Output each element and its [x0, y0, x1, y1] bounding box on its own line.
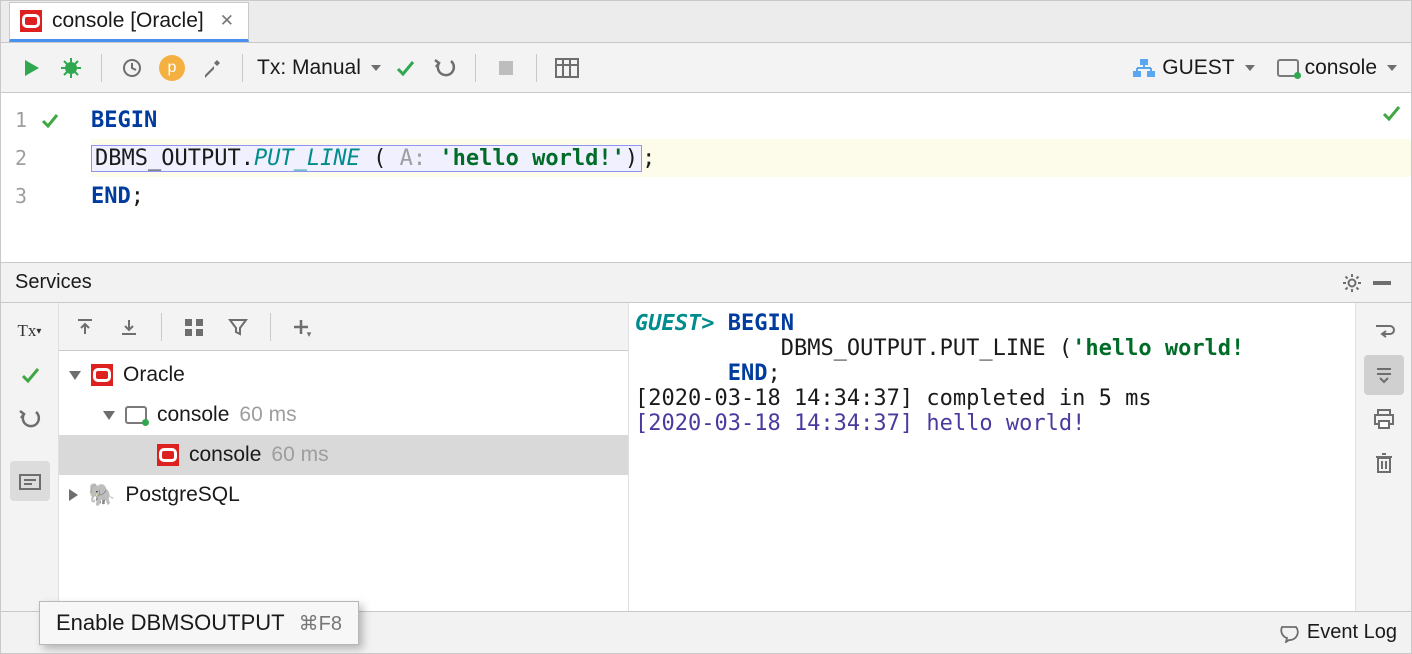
console-icon — [1277, 59, 1299, 77]
toolbar: p Tx: Manual GUEST — [1, 43, 1411, 93]
line-number: 3 — [15, 184, 27, 208]
hide-panel-button[interactable] — [1367, 268, 1397, 298]
schema-dropdown[interactable]: GUEST — [1128, 56, 1258, 80]
tree-node-oracle[interactable]: Oracle — [59, 355, 628, 395]
layout-button[interactable] — [174, 307, 214, 347]
soft-wrap-button[interactable] — [1364, 311, 1404, 351]
tooltip-shortcut: ⌘F8 — [299, 611, 342, 636]
tooltip-label: Enable DBMSOUTPUT — [56, 610, 285, 636]
oracle-icon — [20, 10, 42, 32]
tx-mode-dropdown[interactable]: Tx: Manual — [253, 56, 385, 80]
separator — [242, 54, 243, 82]
tree-node-console-session[interactable]: console 60 ms — [59, 395, 628, 435]
tx-button[interactable]: Tx▾ — [10, 311, 50, 351]
separator — [101, 54, 102, 82]
expand-icon[interactable] — [69, 371, 81, 380]
output-right-toolbar — [1355, 303, 1411, 611]
tab-console-oracle[interactable]: console [Oracle] ✕ — [9, 2, 249, 42]
node-duration: 60 ms — [239, 403, 296, 427]
code-string: 'hello world!' — [439, 146, 624, 171]
settings-button[interactable] — [192, 48, 232, 88]
keyword: BEGIN — [91, 108, 157, 133]
gutter: 1 2 3 — [1, 93, 91, 262]
output-text: completed in 5 ms — [926, 386, 1151, 411]
chevron-down-icon — [1245, 65, 1255, 71]
services-tree-toolbar: ▾ — [59, 303, 628, 351]
session-dropdown[interactable]: console — [1273, 56, 1401, 80]
stop-button[interactable] — [486, 48, 526, 88]
history-button[interactable] — [112, 48, 152, 88]
tooltip: Enable DBMSOUTPUT ⌘F8 — [39, 601, 359, 645]
editor-tabs: console [Oracle] ✕ — [1, 1, 1411, 43]
chevron-down-icon — [1387, 65, 1397, 71]
keyword: END — [91, 184, 131, 209]
close-icon[interactable]: ✕ — [220, 11, 234, 31]
collapse-all-button[interactable] — [109, 307, 149, 347]
output-prompt: GUEST> — [635, 311, 714, 336]
scroll-to-end-button[interactable] — [1364, 355, 1404, 395]
output-message: hello world! — [926, 411, 1085, 436]
output-timestamp: [2020-03-18 14:34:37] — [635, 386, 913, 411]
param-hint: A: — [400, 146, 427, 171]
node-label: console — [157, 403, 229, 427]
schema-icon — [1132, 58, 1156, 78]
postgresql-icon: 🐘 — [88, 482, 115, 508]
services-left-toolbar: Tx▾ — [1, 303, 59, 611]
node-label: console — [189, 443, 261, 467]
session-name: console — [1305, 56, 1377, 80]
expand-all-button[interactable] — [65, 307, 105, 347]
code-function: PUT_LINE — [254, 146, 360, 171]
code-area[interactable]: BEGIN DBMS_OUTPUT.PUT_LINE ( A: 'hello w… — [91, 93, 1411, 262]
filter-button[interactable] — [218, 307, 258, 347]
line-number: 1 — [15, 108, 27, 132]
services-panel-header: Services — [1, 263, 1411, 303]
code-editor[interactable]: 1 2 3 BEGIN DBMS_OUTPUT.PUT_LINE ( A: 'h… — [1, 93, 1411, 263]
pin-button[interactable]: p — [152, 48, 192, 88]
commit-button[interactable] — [385, 48, 425, 88]
explain-plan-button[interactable] — [547, 48, 587, 88]
code-text: DBMS_OUTPUT — [95, 146, 241, 171]
tree-node-postgres[interactable]: 🐘 PostgreSQL — [59, 475, 628, 515]
console-icon — [125, 406, 147, 424]
event-log-button[interactable]: Event Log — [1279, 621, 1397, 644]
separator — [536, 54, 537, 82]
services-tree[interactable]: Oracle console 60 ms console 60 ms 🐘 Pos… — [59, 351, 628, 611]
node-label: PostgreSQL — [125, 483, 239, 507]
node-duration: 60 ms — [271, 443, 328, 467]
oracle-icon — [91, 364, 113, 386]
node-label: Oracle — [123, 363, 185, 387]
oracle-icon — [157, 444, 179, 466]
output-string: 'hello world! — [1072, 336, 1244, 361]
run-button[interactable] — [11, 48, 51, 88]
revert-button[interactable] — [10, 399, 50, 439]
output-timestamp: [2020-03-18 14:34:37] — [635, 411, 913, 436]
services-title: Services — [15, 271, 92, 294]
debug-button[interactable] — [51, 48, 91, 88]
output-keyword: BEGIN — [728, 311, 794, 336]
output-console[interactable]: GUEST> BEGIN DBMS_OUTPUT.PUT_LINE ('hell… — [629, 303, 1355, 611]
gutter-ok-icon — [41, 111, 59, 129]
tx-mode-label: Tx: Manual — [257, 56, 361, 80]
chevron-down-icon — [371, 65, 381, 71]
dbms-output-button[interactable] — [10, 461, 50, 501]
rollback-button[interactable] — [425, 48, 465, 88]
output-keyword: END — [728, 361, 768, 386]
print-button[interactable] — [1364, 399, 1404, 439]
clear-button[interactable] — [1364, 443, 1404, 483]
expand-icon[interactable] — [103, 411, 115, 420]
output-text: DBMS_OUTPUT.PUT_LINE ( — [781, 336, 1072, 361]
add-button[interactable]: ▾ — [283, 307, 323, 347]
gear-icon[interactable] — [1337, 268, 1367, 298]
event-log-icon — [1279, 623, 1299, 643]
expand-icon[interactable] — [69, 489, 78, 501]
schema-name: GUEST — [1162, 56, 1234, 80]
tree-node-console-result[interactable]: console 60 ms — [59, 435, 628, 475]
apply-button[interactable] — [10, 355, 50, 395]
inspection-ok-icon[interactable] — [1381, 103, 1401, 123]
tab-title: console [Oracle] — [52, 9, 204, 33]
separator — [475, 54, 476, 82]
event-log-label: Event Log — [1307, 621, 1397, 644]
line-number: 2 — [15, 146, 27, 170]
